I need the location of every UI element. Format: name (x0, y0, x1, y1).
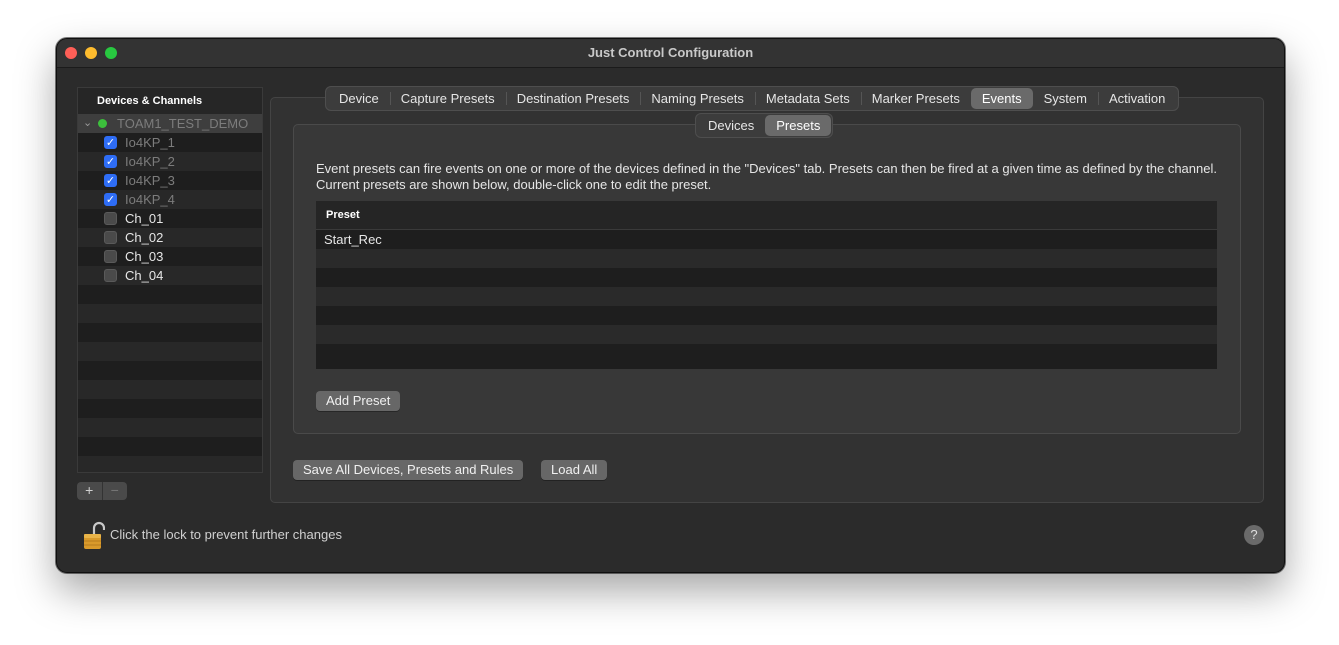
channel-checkbox[interactable] (104, 212, 117, 225)
empty-row (316, 268, 1217, 287)
channel-label: Ch_01 (125, 211, 164, 226)
empty-row (316, 325, 1217, 344)
empty-row (78, 342, 262, 361)
channel-row[interactable]: Ch_02 (78, 228, 262, 247)
app-window: Just Control Configuration Devices & Cha… (56, 38, 1285, 573)
empty-row (78, 399, 262, 418)
channel-row[interactable]: Ch_03 (78, 247, 262, 266)
empty-row (316, 249, 1217, 268)
channel-label: Ch_03 (125, 249, 164, 264)
empty-row (78, 323, 262, 342)
tab-destination-presets[interactable]: Destination Presets (505, 88, 641, 109)
channel-checkbox[interactable]: ✓ (104, 136, 117, 149)
channel-checkbox[interactable] (104, 250, 117, 263)
channel-row[interactable]: Ch_04 (78, 266, 262, 285)
empty-row (78, 285, 262, 304)
tab-naming-presets[interactable]: Naming Presets (640, 88, 754, 109)
lock-hint-text: Click the lock to prevent further change… (110, 527, 342, 542)
help-button[interactable]: ? (1244, 525, 1264, 545)
channel-checkbox[interactable]: ✓ (104, 193, 117, 206)
empty-row (316, 306, 1217, 325)
subtab-presets[interactable]: Presets (765, 115, 832, 136)
disclosure-chevron-icon[interactable]: ⌄ (83, 116, 92, 129)
channel-row[interactable]: ✓ Io4KP_2 (78, 152, 262, 171)
tab-activation[interactable]: Activation (1097, 88, 1176, 109)
device-name: TOAM1_TEST_DEMO (117, 116, 249, 131)
channel-label: Io4KP_2 (125, 154, 175, 169)
main-tab-bar: Device Capture Presets Destination Presets… (325, 86, 1180, 111)
add-remove-control: + − (77, 482, 127, 500)
empty-row (78, 380, 262, 399)
title-bar: Just Control Configuration (57, 39, 1284, 68)
events-description: Event presets can fire events on one or … (316, 161, 1217, 192)
empty-row (316, 344, 1217, 363)
empty-row (78, 456, 262, 472)
empty-row (78, 418, 262, 437)
tab-metadata-sets[interactable]: Metadata Sets (754, 88, 861, 109)
unlocked-padlock-icon[interactable] (83, 521, 105, 551)
tab-capture-presets[interactable]: Capture Presets (389, 88, 506, 109)
add-preset-button[interactable]: Add Preset (316, 391, 401, 411)
presets-table[interactable]: Preset Start_Rec (316, 201, 1217, 369)
channel-checkbox[interactable] (104, 269, 117, 282)
device-row[interactable]: ⌄ TOAM1_TEST_DEMO (78, 114, 262, 133)
preset-row[interactable]: Start_Rec (316, 230, 1217, 249)
channel-checkbox[interactable]: ✓ (104, 174, 117, 187)
tab-device[interactable]: Device (328, 88, 390, 109)
window-title: Just Control Configuration (587, 45, 754, 60)
channel-label: Io4KP_4 (125, 192, 175, 207)
channel-label: Ch_04 (125, 268, 164, 283)
channel-checkbox[interactable]: ✓ (104, 155, 117, 168)
tab-marker-presets[interactable]: Marker Presets (860, 88, 971, 109)
channel-label: Io4KP_3 (125, 173, 175, 188)
devices-channels-list[interactable]: Devices & Channels ⌄ TOAM1_TEST_DEMO ✓ Io… (77, 87, 263, 473)
channel-label: Ch_02 (125, 230, 164, 245)
empty-row (78, 361, 262, 380)
channel-row[interactable]: ✓ Io4KP_1 (78, 133, 262, 152)
channel-row[interactable]: ✓ Io4KP_4 (78, 190, 262, 209)
add-device-button[interactable]: + (77, 482, 102, 500)
sidebar-header: Devices & Channels (78, 88, 262, 114)
channel-row[interactable]: Ch_01 (78, 209, 262, 228)
empty-row (316, 287, 1217, 306)
tab-events[interactable]: Events (970, 88, 1033, 109)
load-all-button[interactable]: Load All (541, 460, 608, 480)
channel-checkbox[interactable] (104, 231, 117, 244)
empty-row (78, 437, 262, 456)
presets-table-header[interactable]: Preset (316, 201, 1217, 230)
channel-label: Io4KP_1 (125, 135, 175, 150)
remove-device-button[interactable]: − (103, 482, 128, 500)
channel-row[interactable]: ✓ Io4KP_3 (78, 171, 262, 190)
empty-row (78, 304, 262, 323)
tab-system[interactable]: System (1033, 88, 1098, 109)
save-all-button[interactable]: Save All Devices, Presets and Rules (293, 460, 524, 480)
events-subtab-bar: Devices Presets (695, 113, 834, 138)
subtab-devices[interactable]: Devices (697, 115, 765, 136)
online-status-icon (98, 119, 107, 128)
